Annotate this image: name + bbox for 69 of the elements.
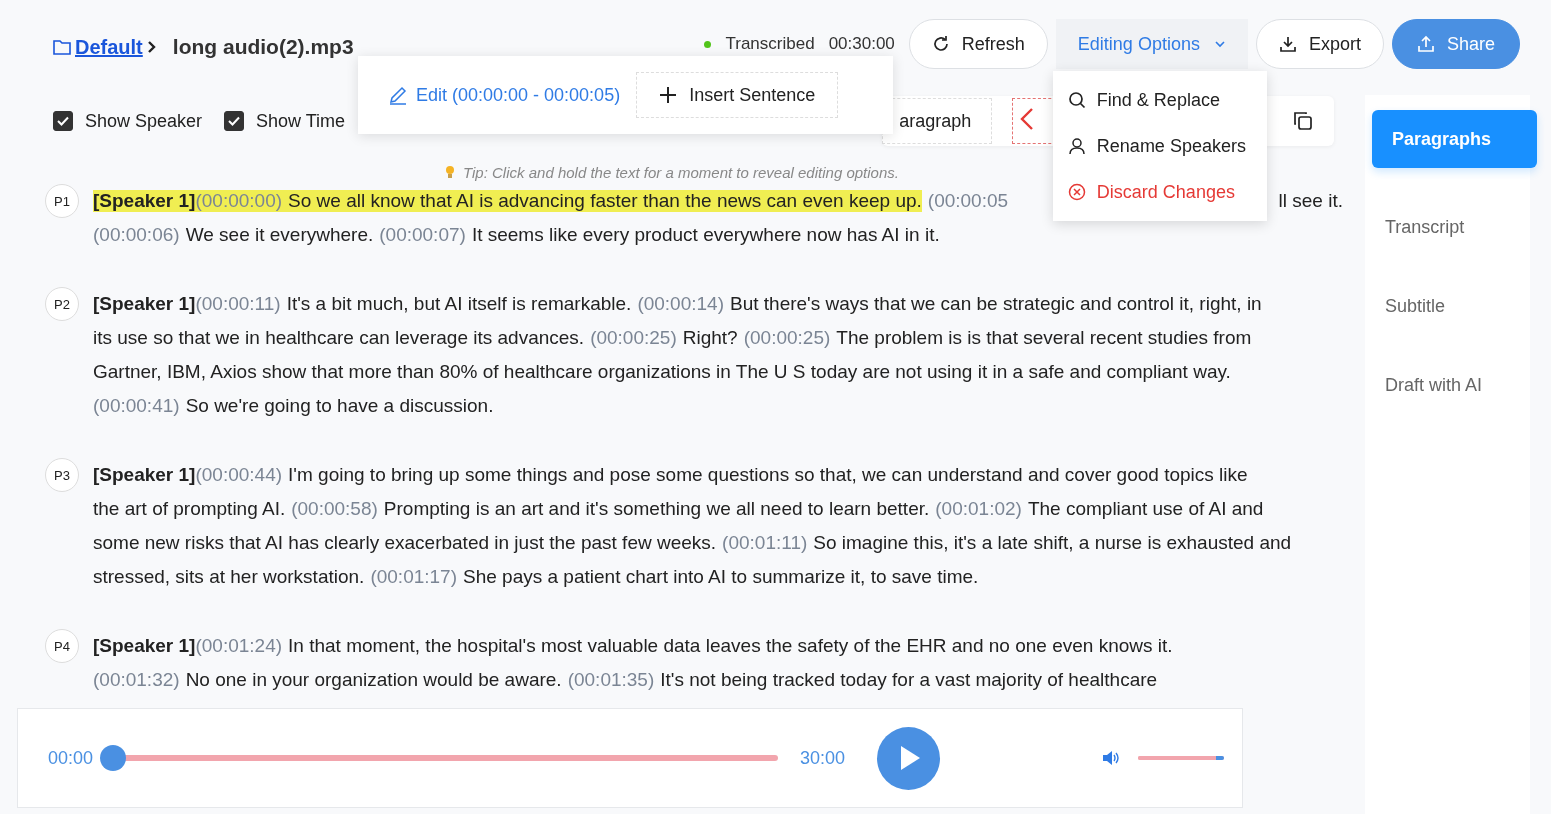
menu-item[interactable]: Find & Replace <box>1052 77 1267 123</box>
check-icon <box>57 116 69 126</box>
export-button[interactable]: Export <box>1255 19 1384 69</box>
person-icon <box>1067 137 1086 155</box>
total-time: 30:00 <box>800 747 846 769</box>
plus-icon <box>659 86 678 104</box>
refresh-icon <box>931 35 950 53</box>
edit-button[interactable]: Edit (00:00:00 - 00:00:05) <box>388 84 621 106</box>
sentence[interactable]: (00:00:41) So we're going to have a discussion. <box>93 395 494 417</box>
checkbox-label: Show Time <box>256 110 346 132</box>
chevron-right-icon <box>146 40 157 54</box>
checkbox[interactable] <box>53 111 73 131</box>
checkbox-label: Show Speaker <box>85 110 203 132</box>
sentence[interactable]: [Speaker 1](00:01:24) In that moment, the hospital's most valuable data leaves the safety of the EHR and no one even knows it. <box>93 635 1173 657</box>
sentence[interactable]: the art of prompting AI. <box>93 498 286 520</box>
paragraph-badge: P4 <box>45 629 79 663</box>
sentence[interactable]: [Speaker 1](00:00:00) So we all know that AI is advancing faster than the news can even keep up. <box>93 190 922 212</box>
progress-thumb[interactable] <box>100 745 127 771</box>
play-icon <box>898 745 921 771</box>
insert-paragraph-button[interactable]: aragraph <box>882 98 993 144</box>
close-circle-icon <box>1067 183 1086 201</box>
search-icon <box>1067 91 1086 109</box>
sentence[interactable]: ll see it. <box>1278 190 1343 212</box>
sentence[interactable]: (00:01:32) No one in your organization would be aware. <box>93 669 562 691</box>
pencil-icon <box>388 85 408 105</box>
copy-icon[interactable] <box>1292 110 1315 132</box>
checkbox[interactable] <box>224 111 245 131</box>
folder-icon <box>53 39 71 55</box>
sentence[interactable]: (00:00:14) But there's ways that we can be strategic and control it, right, in <box>637 293 1262 315</box>
sentence[interactable]: (00:00:07) It seems like every product everywhere now has AI in it. <box>379 224 940 246</box>
paragraph-badge: P2 <box>45 287 79 321</box>
volume-icon[interactable] <box>1102 750 1120 766</box>
download-icon <box>1278 35 1297 53</box>
tip-text: Tip: Click and hold the text for a moment to reveal editing options. <box>463 163 899 181</box>
sentence[interactable]: (00:01:11) So imagine this, it's a late shift, a nurse is exhausted and <box>722 532 1292 554</box>
folder-link[interactable]: Default <box>75 35 143 59</box>
menu-item[interactable]: Rename Speakers <box>1052 123 1267 169</box>
side-tab[interactable]: Subtitle <box>1365 267 1530 346</box>
sentence[interactable]: stressed, sits at her workstation. <box>93 566 365 588</box>
sentence[interactable]: Gartner, IBM, Axios show that more than 80% of healthcare organizations in The U S today are not using it in a safe and compliant way. <box>93 361 1231 383</box>
sentence[interactable]: (00:01:35) It's not being tracked today for a vast majority of healthcare <box>567 669 1158 691</box>
sentence[interactable]: its use so that we in healthcare can leverage its advances. <box>93 327 585 349</box>
sentence[interactable]: (00:01:02) The compliant use of AI and <box>935 498 1264 520</box>
duration: 00:30:00 <box>828 34 895 54</box>
paragraph-badge: P1 <box>45 184 79 218</box>
sentence[interactable]: [Speaker 1](00:00:11) It's a bit much, but AI itself is remarkable. <box>93 293 632 315</box>
sentence[interactable]: (00:00:25) The problem is is that several recent studies from <box>743 327 1252 349</box>
status-dot <box>704 40 712 48</box>
caret-icon <box>1213 40 1226 48</box>
side-tab[interactable]: Transcript <box>1365 188 1530 267</box>
lightbulb-icon <box>445 165 455 179</box>
file-title: long audio(2).mp3 <box>172 35 354 59</box>
side-tab[interactable]: Draft with AI <box>1365 346 1530 425</box>
sentence[interactable]: (00:00:05 <box>927 190 1015 212</box>
sentence[interactable]: (00:00:06) We see it everywhere. <box>93 224 374 246</box>
sentence[interactable]: some new risks that AI has clearly exacerbated in just the past few weeks. <box>93 532 717 554</box>
upload-icon <box>1416 35 1435 53</box>
insert-sentence-button[interactable]: Insert Sentence <box>636 72 839 118</box>
sentence[interactable]: (00:00:58) Prompting is an art and it's something we all need to learn better. <box>291 498 930 520</box>
sentence[interactable]: (00:01:17) She pays a patient chart into AI to summarize it, to save time. <box>370 566 979 588</box>
check-icon <box>228 116 241 126</box>
sentence[interactable]: (00:00:25) Right? <box>590 327 738 349</box>
status-label: Transcribed <box>725 34 815 54</box>
paragraph-badge: P3 <box>45 458 79 492</box>
editing-options-button[interactable]: Editing Options <box>1055 19 1248 69</box>
current-time: 00:00 <box>48 747 94 769</box>
refresh-button[interactable]: Refresh <box>908 19 1048 69</box>
sentence[interactable]: [Speaker 1](00:00:44) I'm going to bring up some things and pose some questions so that, we can understand and cover good topics like <box>93 464 1248 486</box>
menu-item[interactable]: Discard Changes <box>1052 169 1267 215</box>
